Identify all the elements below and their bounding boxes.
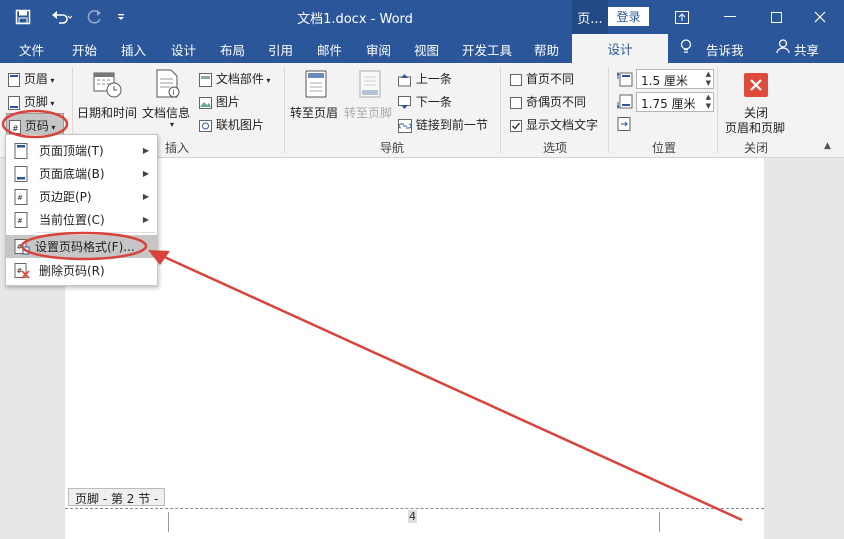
annotation-circle-page-number — [1, 109, 69, 139]
annotation-overlay — [1, 109, 743, 522]
word-window: 文档1.docx - Word 页... 登录 文件 开始 插入 设计 布局 引… — [0, 0, 844, 539]
annotation-arrow-line — [159, 253, 743, 522]
annotation-circle-format — [20, 231, 148, 261]
